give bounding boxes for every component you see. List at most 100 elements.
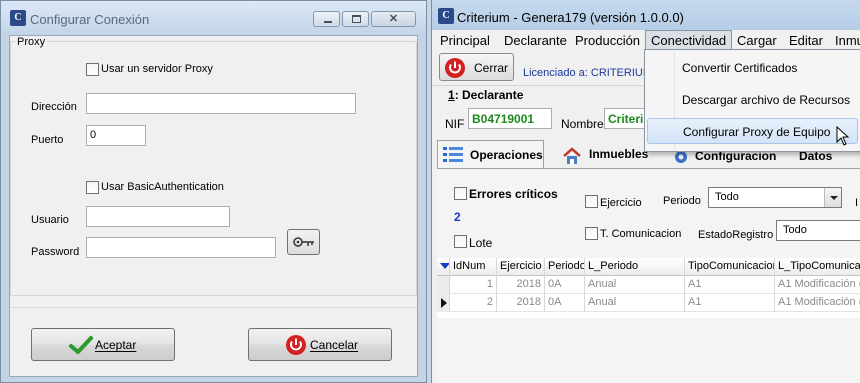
table-cell: A1 Modificación (: [778, 296, 860, 308]
tab-operaciones[interactable]: Operaciones: [437, 140, 544, 170]
section-title: 1: Declarante: [448, 88, 523, 102]
user-label: Usuario: [31, 214, 69, 226]
section-number: 1: [448, 88, 455, 102]
use-proxy-checkbox[interactable]: [86, 63, 99, 76]
tab-operaciones-label: Operaciones: [470, 148, 543, 162]
close-icon: ✕: [388, 13, 399, 25]
configurar-conexion-dialog: C Configurar Conexión ✕ Proxy Usar un se…: [0, 0, 427, 383]
tcom-label[interactable]: T. Comunicacion: [600, 228, 681, 240]
table-row[interactable]: 1 2018 0A Anual A1 A1 Modificación (: [437, 276, 860, 294]
table-cell: A1: [685, 276, 775, 294]
errores-checkbox[interactable]: [454, 187, 467, 200]
use-proxy-label[interactable]: Usar un servidor Proxy: [101, 63, 213, 75]
table-cell: 0A: [545, 294, 585, 312]
port-label: Puerto: [31, 134, 64, 146]
errores-label[interactable]: Errores críticos: [469, 187, 558, 201]
row-indicator: [437, 294, 450, 312]
menu-item-label: Configurar Proxy de Equipo: [683, 125, 831, 139]
mouse-pointer-icon: [836, 126, 850, 146]
table-cell: Anual: [585, 294, 685, 312]
table-cell: Anual: [585, 276, 685, 294]
menu-item-convertir-certificados[interactable]: Convertir Certificados: [647, 55, 858, 81]
estado-select[interactable]: Todo: [776, 220, 860, 241]
table-cell: 1: [450, 276, 497, 294]
menu-item-label: Convertir Certificados: [682, 61, 798, 75]
show-password-button[interactable]: [287, 229, 320, 255]
main-window-title: Criterium - Genera179 (versión 1.0.0.0): [457, 10, 684, 25]
dialog-title-bar[interactable]: C Configurar Conexión ✕: [1, 1, 426, 35]
column-header[interactable]: L_TipoComunicaci: [775, 258, 860, 276]
errores-count: 2: [454, 210, 461, 224]
row-indicator: [437, 276, 450, 294]
menu-principal[interactable]: Principal: [440, 33, 490, 48]
chevron-down-icon: [824, 188, 841, 207]
tab-inmuebles[interactable]: Inmuebles: [562, 142, 657, 168]
basic-auth-checkbox[interactable]: [86, 181, 99, 194]
basic-auth-label[interactable]: Usar BasicAuthentication: [101, 181, 224, 193]
sort-arrow-icon: [440, 263, 449, 269]
column-header[interactable]: L_Periodo: [585, 258, 685, 276]
menu-item-configurar-proxy[interactable]: Configurar Proxy de Equipo: [647, 118, 858, 144]
operaciones-grid: IdNum Ejercicio Periodo L_Periodo TipoCo…: [437, 258, 860, 318]
dialog-title: Configurar Conexión: [30, 12, 150, 27]
conectividad-menu: Convertir Certificados Descargar archivo…: [644, 49, 860, 152]
nif-field[interactable]: B04719001: [468, 108, 552, 129]
checkmark-icon: [69, 336, 93, 354]
close-app-label: Cerrar: [474, 61, 509, 75]
password-input[interactable]: [86, 237, 276, 258]
maximize-button[interactable]: [342, 11, 369, 27]
house-icon: [563, 147, 581, 164]
close-button[interactable]: ✕: [371, 11, 416, 27]
license-text: Licenciado a: CRITERIUM: [523, 67, 652, 79]
menu-declarante[interactable]: Declarante: [504, 33, 567, 48]
accept-button[interactable]: Aceptar: [31, 328, 175, 361]
menu-produccion[interactable]: Producción: [575, 33, 640, 48]
column-header[interactable]: TipoComunicacion: [685, 258, 775, 276]
lote-label[interactable]: Lote: [469, 236, 492, 250]
main-title-bar[interactable]: C Criterium - Genera179 (versión 1.0.0.0…: [432, 0, 860, 32]
tcom-checkbox[interactable]: [585, 227, 598, 240]
power-icon: [445, 58, 465, 78]
current-row-icon: [441, 298, 447, 308]
app-logo-icon: C: [10, 10, 26, 26]
port-input[interactable]: 0: [86, 125, 146, 146]
accept-button-label: Aceptar: [95, 338, 137, 352]
password-label: Password: [31, 246, 80, 258]
column-header[interactable]: IdNum: [450, 258, 497, 276]
menu-cargar[interactable]: Cargar: [737, 33, 777, 48]
periodo-label: Periodo: [663, 195, 701, 207]
menu-conectividad[interactable]: Conectividad: [645, 30, 733, 50]
lote-checkbox[interactable]: [454, 235, 467, 248]
grid-header: IdNum Ejercicio Periodo L_Periodo TipoCo…: [437, 258, 860, 276]
minimize-icon: [324, 21, 332, 23]
menu-item-label: Descargar archivo de Recursos: [682, 93, 851, 107]
sort-indicator[interactable]: [437, 258, 450, 276]
minimize-button[interactable]: [313, 11, 340, 27]
address-input[interactable]: [86, 93, 356, 114]
close-app-button[interactable]: Cerrar: [439, 53, 514, 81]
list-icon: [443, 147, 463, 162]
maximize-icon: [352, 15, 361, 23]
column-header[interactable]: Ejercicio: [497, 258, 545, 276]
column-header[interactable]: Periodo: [545, 258, 585, 276]
table-row[interactable]: 2 2018 0A Anual A1 A1 Modificación (: [437, 294, 860, 312]
menu-editar[interactable]: Editar: [789, 33, 823, 48]
periodo-select[interactable]: Todo: [708, 187, 842, 208]
menu-bar: Principal Declarante Producción Conectiv…: [432, 30, 860, 50]
cancel-button[interactable]: Cancelar: [248, 328, 392, 361]
ejercicio-checkbox[interactable]: [585, 195, 598, 208]
menu-item-descargar-recursos[interactable]: Descargar archivo de Recursos: [647, 87, 858, 113]
estado-value: Todo: [783, 224, 807, 236]
app-logo-icon: C: [438, 8, 454, 24]
table-cell: A1: [685, 294, 775, 312]
dialog-body: Proxy Usar un servidor Proxy Dirección P…: [9, 35, 418, 377]
nif-label: NIF: [445, 117, 465, 131]
table-cell: 0A: [545, 276, 585, 294]
user-input[interactable]: [86, 206, 230, 227]
nombre-label: Nombre: [561, 117, 604, 131]
estado-label: EstadoRegistro: [698, 229, 774, 241]
menu-inmuebles-cut[interactable]: Inmu: [835, 33, 860, 48]
cut-label: I: [855, 197, 859, 209]
ejercicio-label[interactable]: Ejercicio: [600, 197, 642, 209]
power-icon: [286, 335, 306, 355]
